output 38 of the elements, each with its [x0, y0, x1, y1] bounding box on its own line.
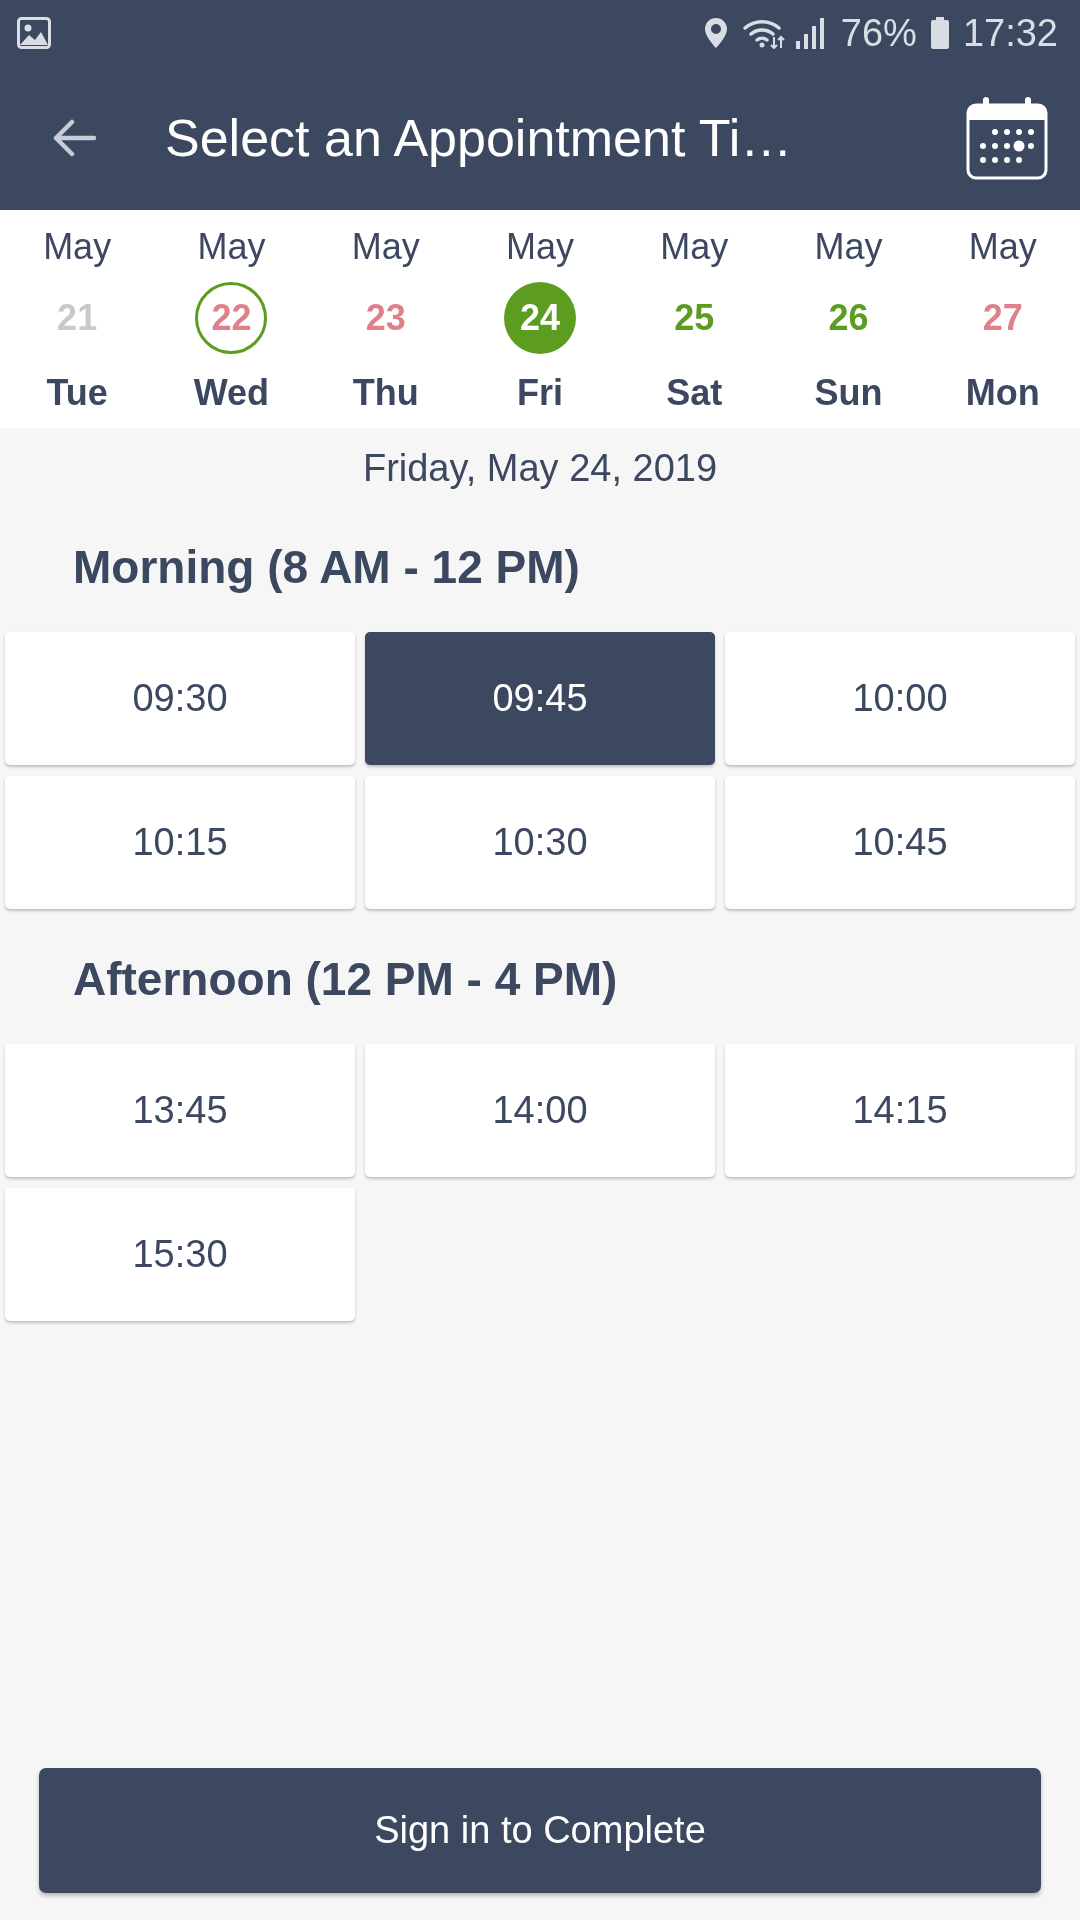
time-slot-button[interactable]: 14:00 — [365, 1044, 715, 1177]
time-slot-button[interactable]: 10:45 — [725, 776, 1075, 909]
time-slot-button[interactable]: 10:00 — [725, 632, 1075, 765]
weekday-label: Wed — [193, 373, 270, 413]
time-slot-button[interactable]: 09:45 — [365, 632, 715, 765]
battery-percent: 76% — [840, 11, 917, 55]
sign-in-button[interactable]: Sign in to Complete — [39, 1768, 1041, 1893]
weekday-label: Sun — [814, 373, 883, 413]
clock-time: 17:32 — [962, 11, 1058, 55]
time-slot-button[interactable]: 15:30 — [5, 1188, 355, 1321]
month-label: May — [43, 227, 112, 267]
time-slot-button[interactable]: 09:30 — [5, 632, 355, 765]
calendar-icon[interactable] — [966, 96, 1048, 180]
time-slot-button[interactable]: 10:15 — [5, 776, 355, 909]
back-arrow-icon[interactable] — [52, 119, 96, 157]
time-slot-button[interactable]: 14:15 — [725, 1044, 1075, 1177]
weekday-label: Sat — [666, 373, 723, 413]
selected-date-text: Friday, May 24, 2019 — [361, 446, 719, 490]
location-pin-icon — [704, 18, 727, 48]
gallery-icon — [17, 17, 51, 49]
month-label: May — [351, 227, 420, 267]
month-label: May — [197, 227, 266, 267]
time-slot-button[interactable]: 13:45 — [5, 1044, 355, 1177]
wifi-icon — [742, 17, 785, 49]
battery-icon — [930, 17, 949, 49]
month-label: May — [814, 227, 883, 267]
weekday-label: Mon — [965, 373, 1040, 413]
time-slot-button[interactable]: 10:30 — [365, 776, 715, 909]
page-title: Select an Appointment Ti… — [165, 108, 794, 168]
signal-icon — [794, 17, 825, 49]
section-heading: Morning (8 AM - 12 PM) — [73, 540, 580, 594]
weekday-label: Fri — [517, 373, 563, 413]
month-label: May — [660, 227, 729, 267]
section-heading: Afternoon (12 PM - 4 PM) — [73, 952, 618, 1006]
weekday-label: Tue — [46, 373, 108, 413]
month-label: May — [968, 227, 1037, 267]
month-label: May — [506, 227, 574, 267]
weekday-label: Thu — [352, 373, 419, 413]
